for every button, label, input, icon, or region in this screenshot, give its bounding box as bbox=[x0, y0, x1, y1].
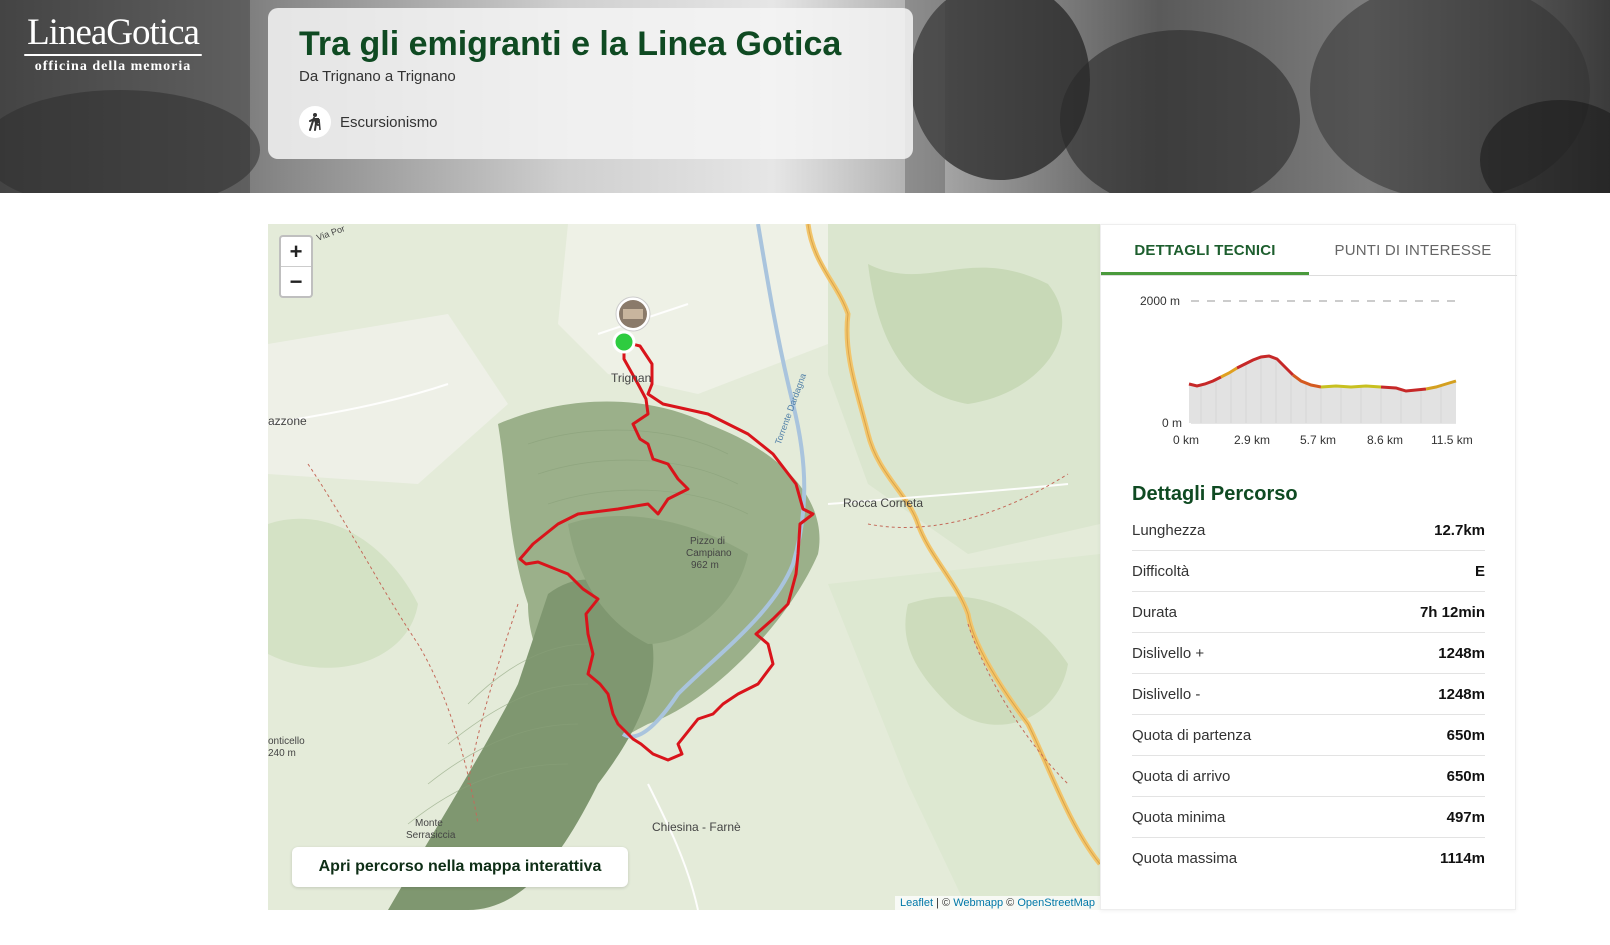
detail-value: 1114m bbox=[1439, 849, 1485, 867]
map-label-ponticello: onticello bbox=[268, 736, 305, 747]
map-label-chiesina: Chiesina - Farnè bbox=[652, 820, 741, 834]
detail-row-quota-massima: Quota massima 1114m bbox=[1132, 838, 1485, 878]
detail-value: 1248m bbox=[1438, 644, 1485, 662]
detail-row-durata: Durata 7h 12min bbox=[1132, 592, 1485, 633]
detail-value: 650m bbox=[1446, 767, 1485, 785]
detail-row-quota-arrivo: Quota di arrivo 650m bbox=[1132, 756, 1485, 797]
start-marker[interactable] bbox=[612, 330, 636, 354]
detail-row-dislivello-plus: Dislivello + 1248m bbox=[1132, 633, 1485, 674]
detail-key: Quota massima bbox=[1132, 849, 1238, 867]
site-logo[interactable]: LineaGotica officina della memoria bbox=[18, 14, 208, 75]
detail-row-quota-partenza: Quota di partenza 650m bbox=[1132, 715, 1485, 756]
zoom-in-button[interactable]: + bbox=[281, 237, 311, 266]
detail-key: Quota minima bbox=[1132, 808, 1226, 826]
detail-value: E bbox=[1474, 562, 1485, 580]
details-list: Lunghezza 12.7km Difficoltà E Durata 7h … bbox=[1132, 510, 1485, 878]
map-label-ponticello-2: 240 m bbox=[268, 748, 296, 759]
profile-x-label: 2.9 km bbox=[1234, 433, 1270, 447]
open-interactive-map-button[interactable]: Apri percorso nella mappa interattiva bbox=[292, 847, 628, 887]
detail-value: 12.7km bbox=[1434, 521, 1485, 539]
route-map[interactable]: Trignan Rocca Corneta Pizzo di Campiano … bbox=[268, 224, 1100, 910]
title-card: Tra gli emigranti e la Linea Gotica Da T… bbox=[268, 8, 913, 159]
map-label-azzone: azzone bbox=[268, 414, 307, 428]
osm-link[interactable]: OpenStreetMap bbox=[1017, 897, 1095, 909]
tab-punti-di-interesse[interactable]: PUNTI DI INTERESSE bbox=[1309, 225, 1517, 275]
map-label-pizzo-2: Campiano bbox=[686, 548, 732, 559]
detail-key: Difficoltà bbox=[1132, 562, 1190, 580]
zoom-control: + − bbox=[279, 235, 313, 298]
profile-segment-5 bbox=[1320, 384, 1382, 389]
webmapp-link[interactable]: Webmapp bbox=[953, 897, 1003, 909]
map-label-trignano: Trignan bbox=[611, 371, 652, 385]
detail-row-difficolta: Difficoltà E bbox=[1132, 551, 1485, 592]
page-title: Tra gli emigranti e la Linea Gotica bbox=[299, 25, 842, 63]
zoom-out-button[interactable]: − bbox=[281, 266, 311, 296]
hero-banner: LineaGotica officina della memoria Tra g… bbox=[0, 0, 1610, 193]
logo-rule bbox=[24, 54, 202, 56]
detail-value: 1248m bbox=[1438, 685, 1485, 703]
map-label-monte: Monte bbox=[415, 818, 443, 829]
detail-key: Durata bbox=[1132, 603, 1178, 621]
profile-y-top-label: 2000 m bbox=[1140, 294, 1180, 308]
attribution-sep: | © bbox=[933, 897, 954, 909]
leaflet-link[interactable]: Leaflet bbox=[900, 897, 933, 909]
details-title: Dettagli Percorso bbox=[1132, 483, 1298, 505]
detail-key: Quota di partenza bbox=[1132, 726, 1252, 744]
map-label-pizzo: Pizzo di bbox=[690, 536, 726, 547]
profile-x-label: 0 km bbox=[1173, 433, 1199, 447]
page-subtitle: Da Trignano a Trignano bbox=[299, 68, 456, 85]
map-label-rocca: Rocca Corneta bbox=[843, 496, 924, 510]
detail-row-lunghezza: Lunghezza 12.7km bbox=[1132, 510, 1485, 551]
profile-x-label: 5.7 km bbox=[1300, 433, 1336, 447]
map-tiles[interactable] bbox=[268, 224, 1100, 910]
profile-y-bottom-label: 0 m bbox=[1162, 416, 1182, 430]
activity-label: Escursionismo bbox=[340, 113, 438, 131]
detail-value: 7h 12min bbox=[1419, 603, 1485, 621]
profile-x-label: 11.5 km bbox=[1431, 433, 1473, 447]
panel-tabs: DETTAGLI TECNICI PUNTI DI INTERESSE bbox=[1101, 225, 1517, 276]
detail-key: Lunghezza bbox=[1132, 521, 1206, 539]
logo-tagline: officina della memoria bbox=[34, 59, 192, 74]
detail-key: Quota di arrivo bbox=[1132, 767, 1231, 785]
tab-dettagli-tecnici[interactable]: DETTAGLI TECNICI bbox=[1101, 225, 1309, 275]
map-label-pizzo-3: 962 m bbox=[691, 560, 719, 571]
detail-value: 650m bbox=[1446, 726, 1485, 744]
detail-key: Dislivello + bbox=[1132, 644, 1205, 662]
logo-name: LineaGotica bbox=[27, 12, 200, 53]
details-panel: DETTAGLI TECNICI PUNTI DI INTERESSE 2000… bbox=[1100, 224, 1517, 910]
map-attribution: Leaflet | © Webmapp © OpenStreetMap bbox=[895, 896, 1100, 910]
detail-value: 497m bbox=[1446, 808, 1485, 826]
profile-x-label: 8.6 km bbox=[1367, 433, 1403, 447]
detail-row-quota-minima: Quota minima 497m bbox=[1132, 797, 1485, 838]
detail-row-dislivello-minus: Dislivello - 1248m bbox=[1132, 674, 1485, 715]
attribution-sep-2: © bbox=[1003, 897, 1018, 909]
activity-tag: Escursionismo bbox=[299, 106, 438, 138]
map-label-monte-2: Serrasiccia bbox=[406, 830, 456, 841]
elevation-profile: 2000 m 0 m 0 km 2.9 km 5.7 km 8.6 km 11.… bbox=[1140, 294, 1473, 447]
hiking-icon bbox=[299, 106, 331, 138]
detail-key: Dislivello - bbox=[1132, 685, 1201, 703]
